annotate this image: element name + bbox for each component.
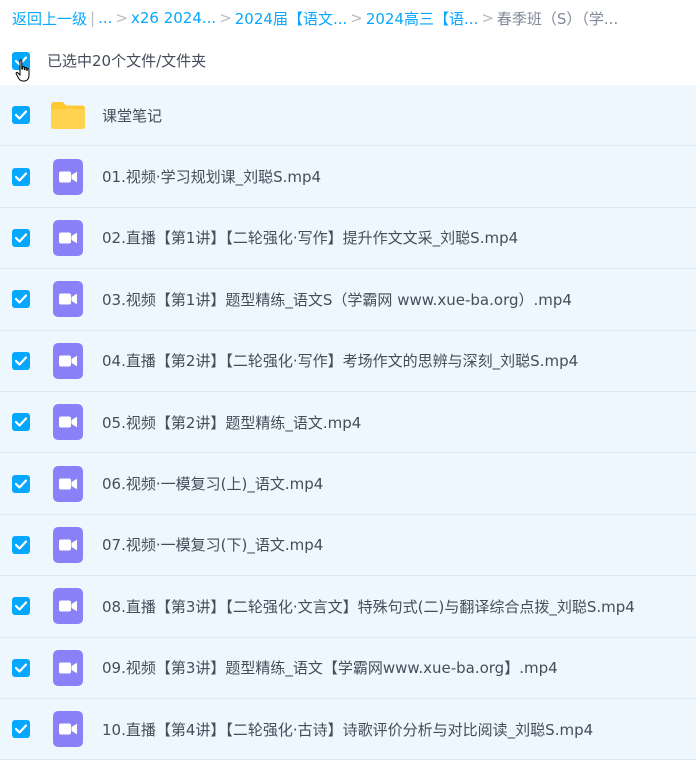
file-name[interactable]: 01.视频·学习规划课_刘聪S.mp4: [102, 166, 321, 187]
file-row[interactable]: 10.直播【第4讲】【二轮强化·古诗】诗歌评价分析与对比阅读_刘聪S.mp4: [0, 698, 696, 760]
check-icon: [15, 171, 27, 182]
video-file-icon[interactable]: [50, 219, 86, 256]
check-icon: [15, 601, 27, 611]
check-icon: [15, 417, 27, 427]
file-name[interactable]: 09.视频【第3讲】题型精练_语文【学霸网www.xue-ba.org】.mp4: [102, 657, 558, 678]
check-icon: [15, 55, 27, 66]
file-name[interactable]: 03.视频【第1讲】题型精练_语文S（学霸网 www.xue-ba.org）.m…: [102, 289, 572, 310]
file-row[interactable]: 06.视频·一模复习(上)_语文.mp4: [0, 453, 696, 515]
check-icon: [15, 478, 27, 489]
select-all-checkbox[interactable]: [12, 51, 30, 70]
breadcrumb-ellipsis[interactable]: ...: [98, 9, 112, 27]
breadcrumb-divider: |: [90, 9, 96, 27]
breadcrumb-separator: >: [481, 9, 494, 27]
breadcrumb: 返回上一级 | ... > x26 2024... > 2024届【语文... …: [0, 0, 696, 36]
breadcrumb-separator: >: [350, 9, 363, 27]
row-checkbox[interactable]: [12, 597, 30, 616]
video-file-icon[interactable]: [50, 158, 86, 195]
breadcrumb-separator: >: [219, 9, 232, 27]
breadcrumb-item-2[interactable]: 2024届【语文...: [235, 8, 347, 29]
video-file-icon[interactable]: [50, 649, 86, 686]
file-row[interactable]: 03.视频【第1讲】题型精练_语文S（学霸网 www.xue-ba.org）.m…: [0, 269, 696, 331]
file-row[interactable]: 09.视频【第3讲】题型精练_语文【学霸网www.xue-ba.org】.mp4: [0, 637, 696, 699]
row-checkbox[interactable]: [12, 167, 30, 186]
file-name[interactable]: 07.视频·一模复习(下)_语文.mp4: [102, 534, 323, 555]
file-row[interactable]: 07.视频·一模复习(下)_语文.mp4: [0, 514, 696, 577]
row-checkbox[interactable]: [12, 290, 30, 309]
row-checkbox[interactable]: [12, 474, 30, 493]
video-file-icon[interactable]: [50, 526, 86, 563]
video-file-icon[interactable]: [50, 342, 86, 379]
breadcrumb-current: 春季班（S）（学...: [496, 9, 619, 28]
check-icon: [15, 663, 27, 673]
file-name[interactable]: 课堂笔记: [102, 105, 162, 126]
breadcrumb-item-3[interactable]: 2024高三【语...: [366, 8, 478, 29]
file-row[interactable]: 02.直播【第1讲】【二轮强化·写作】提升作文文采_刘聪S.mp4: [0, 207, 696, 270]
file-name[interactable]: 04.直播【第2讲】【二轮强化·写作】考场作文的思辨与深刻_刘聪S.mp4: [102, 350, 578, 371]
selection-bar: 已选中20个文件/文件夹: [0, 36, 696, 85]
file-row[interactable]: 04.直播【第2讲】【二轮强化·写作】考场作文的思辨与深刻_刘聪S.mp4: [0, 330, 696, 392]
file-row[interactable]: 05.视频【第2讲】题型精练_语文.mp4: [0, 391, 696, 454]
video-file-icon[interactable]: [50, 281, 86, 318]
breadcrumb-separator: >: [115, 9, 128, 27]
breadcrumb-item-1[interactable]: x26 2024...: [131, 9, 216, 27]
file-row[interactable]: 08.直播【第3讲】【二轮强化·文言文】特殊句式(二)与翻译综合点拨_刘聪S.m…: [0, 576, 696, 638]
check-icon: [15, 356, 27, 366]
row-checkbox[interactable]: [12, 351, 30, 370]
file-row[interactable]: 01.视频·学习规划课_刘聪S.mp4: [0, 146, 696, 208]
video-file-icon[interactable]: [50, 588, 86, 625]
row-checkbox[interactable]: [12, 228, 30, 247]
check-icon: [15, 233, 27, 243]
file-name[interactable]: 05.视频【第2讲】题型精练_语文.mp4: [102, 412, 361, 433]
file-name[interactable]: 10.直播【第4讲】【二轮强化·古诗】诗歌评价分析与对比阅读_刘聪S.mp4: [102, 719, 593, 740]
file-row[interactable]: 课堂笔记: [0, 85, 696, 147]
file-name[interactable]: 08.直播【第3讲】【二轮强化·文言文】特殊句式(二)与翻译综合点拨_刘聪S.m…: [102, 596, 635, 617]
back-link[interactable]: 返回上一级: [12, 8, 87, 29]
check-icon: [15, 724, 27, 734]
file-name[interactable]: 02.直播【第1讲】【二轮强化·写作】提升作文文采_刘聪S.mp4: [102, 227, 518, 248]
file-name[interactable]: 06.视频·一模复习(上)_语文.mp4: [102, 473, 323, 494]
check-icon: [15, 294, 27, 304]
video-file-icon[interactable]: [50, 711, 86, 748]
selection-count-label: 已选中20个文件/文件夹: [47, 52, 207, 70]
row-checkbox[interactable]: [12, 535, 30, 554]
folder-icon[interactable]: [50, 97, 86, 133]
file-list: 课堂笔记 01.视频·学习规划课_刘聪S.mp4 02.直播【第1讲】【二轮强化·写…: [0, 85, 696, 760]
row-checkbox[interactable]: [12, 413, 30, 432]
row-checkbox[interactable]: [12, 720, 30, 739]
row-checkbox[interactable]: [12, 658, 30, 677]
row-checkbox[interactable]: [12, 106, 30, 125]
video-file-icon[interactable]: [50, 404, 86, 441]
check-icon: [15, 540, 27, 550]
check-icon: [15, 110, 27, 120]
video-file-icon[interactable]: [50, 465, 86, 502]
